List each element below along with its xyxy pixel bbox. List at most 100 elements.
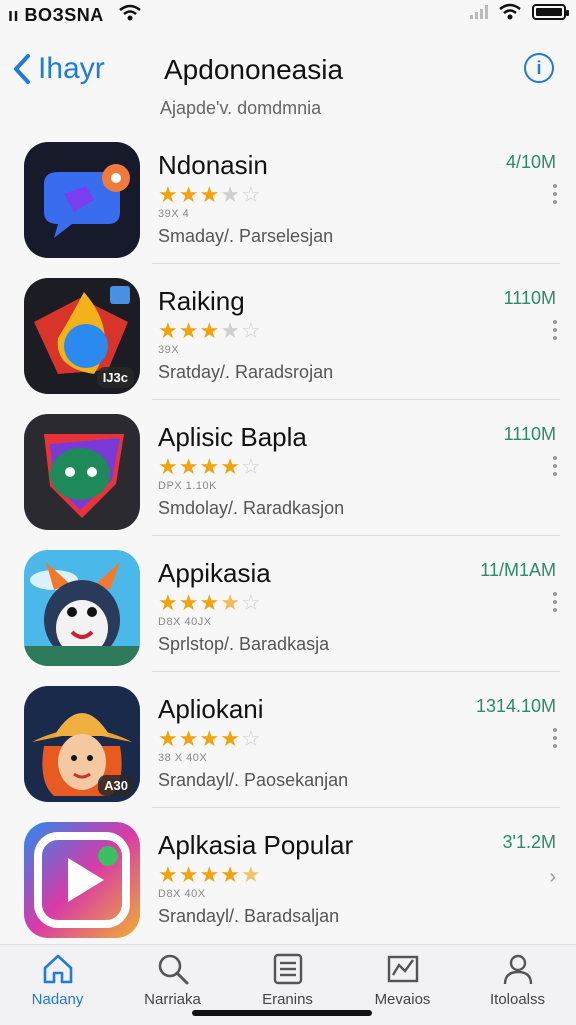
star-icon: ★ (158, 726, 178, 751)
star-icon: ★ (220, 318, 240, 343)
status-bar: ıı BOЗSNA (0, 0, 576, 30)
status-right (470, 3, 569, 21)
star-icon: ★ (178, 454, 199, 479)
star-icon: ★ (178, 862, 199, 887)
star-icon: ★ (178, 182, 199, 207)
app-category: Smaday/. Parselesjan (158, 226, 334, 246)
app-icon: A30 (24, 686, 140, 802)
tab-label: Eranins (262, 991, 313, 1008)
list-item[interactable]: Appikasia ★ ★ ★ ★ ☆ D8X 40JX Sprlstop/. Bara… (0, 536, 576, 672)
app-icon (24, 414, 140, 530)
list-item[interactable]: A30 Apliokani ★ ★ ★ ★ ☆ 38 X 40X Srandayl/. … (0, 672, 576, 808)
rating-stars: ★ ★ ★ ★ ☆ (158, 592, 261, 614)
tab-label: Mevaios (374, 991, 431, 1008)
more-icon[interactable] (552, 592, 558, 612)
info-button[interactable]: i (524, 53, 554, 83)
chevron-left-icon (14, 54, 30, 84)
app-badge: IJ3c (96, 367, 134, 388)
app-meta: D8X 40X (158, 888, 206, 900)
star-icon: ★ (199, 726, 220, 751)
app-icon (24, 822, 140, 938)
app-meta: 38 X 40X (158, 752, 208, 764)
app-meta: DPX 1.10K (158, 480, 217, 492)
app-badge: A30 (98, 775, 134, 796)
app-size: 3'1.2M (502, 832, 556, 852)
star-icon: ★ (178, 318, 199, 343)
app-icon (24, 142, 140, 258)
wifi-icon (499, 3, 521, 20)
star-icon: ★ (220, 590, 240, 615)
back-label: Ihayr (38, 52, 105, 85)
star-icon: ★ (240, 862, 261, 887)
star-icon: ★ (158, 454, 178, 479)
more-icon[interactable] (552, 456, 558, 476)
app-meta: 39X (158, 344, 180, 356)
rating-stars: ★ ★ ★ ★ ☆ (158, 184, 261, 206)
rating-stars: ★ ★ ★ ★ ☆ (158, 320, 261, 342)
app-name: Aplisic Bapla (158, 422, 307, 452)
back-button[interactable]: Ihayr (12, 52, 105, 86)
star-icon: ☆ (240, 182, 261, 207)
list-icon (273, 953, 302, 985)
rating-stars: ★ ★ ★ ★ ★ (158, 864, 261, 886)
star-icon: ★ (220, 726, 240, 751)
chevron-right-icon[interactable]: › (549, 866, 556, 889)
star-icon: ★ (158, 862, 178, 887)
more-icon[interactable] (552, 320, 558, 340)
list-item[interactable]: Aplisic Bapla ★ ★ ★ ★ ☆ DPX 1.10K Smdolay/. … (0, 400, 576, 536)
star-icon: ★ (178, 726, 199, 751)
app-size: 1314.10M (475, 696, 556, 716)
star-icon: ★ (199, 862, 220, 887)
app-name: Raiking (158, 286, 245, 316)
star-icon: ★ (158, 318, 178, 343)
wifi-icon (119, 4, 141, 21)
list-item[interactable]: Ndonasin ★ ★ ★ ★ ☆ 39X 4 Smaday/. Parselesja… (0, 128, 576, 264)
search-icon (158, 954, 188, 985)
star-icon: ★ (178, 590, 199, 615)
more-icon[interactable] (552, 728, 558, 748)
list-item[interactable]: Aplkasia Popular ★ ★ ★ ★ ★ D8X 40X Srandayl/… (0, 808, 576, 944)
star-icon: ★ (158, 590, 178, 615)
app-name: Appikasia (158, 558, 271, 588)
tab-label: Nadany (31, 991, 84, 1008)
app-name: Ndonasin (158, 150, 268, 180)
tab-home[interactable]: Nadany (0, 951, 115, 1021)
person-icon (503, 954, 532, 985)
star-icon: ★ (220, 454, 240, 479)
app-category: Sratday/. Raradsrojan (158, 362, 334, 382)
star-icon: ☆ (240, 318, 261, 343)
app-name: Apliokani (158, 694, 264, 724)
star-icon: ★ (220, 182, 240, 207)
page-title: Apdononeasia (164, 54, 344, 85)
star-icon: ★ (158, 182, 178, 207)
navigation-bar: Ihayr Apdononeasia i (0, 40, 576, 100)
star-icon: ★ (220, 862, 240, 887)
chart-icon (387, 955, 418, 983)
info-icon: i (536, 57, 542, 78)
app-name: Aplkasia Popular (158, 830, 354, 860)
app-meta: D8X 40JX (158, 616, 212, 628)
tab-profile[interactable]: Itoloalss (460, 951, 575, 1021)
app-icon (24, 550, 140, 666)
list-item[interactable]: IJ3c Raiking ★ ★ ★ ★ ☆ 39X Sratday/. Raradsr… (0, 264, 576, 400)
app-category: Sprlstop/. Baradkasja (158, 634, 330, 654)
app-category: Srandayl/. Baradsaljan (158, 906, 340, 926)
rating-stars: ★ ★ ★ ★ ☆ (158, 456, 261, 478)
signal-icon (470, 5, 488, 19)
app-size: 1110M (503, 288, 556, 308)
app-size: 4/10M (505, 152, 556, 172)
app-icon: IJ3c (24, 278, 140, 394)
app-size: 11/M1AM (480, 560, 556, 580)
battery-icon (532, 4, 569, 20)
tab-label: Itoloalss (489, 991, 546, 1008)
more-icon[interactable] (552, 184, 558, 204)
home-icon (43, 954, 72, 984)
star-icon: ★ (199, 590, 220, 615)
star-icon: ☆ (240, 726, 261, 751)
star-icon: ☆ (240, 454, 261, 479)
app-category: Smdolay/. Raradkasjon (158, 498, 345, 518)
app-size: 1110M (503, 424, 556, 444)
carrier-label: ıı BOЗSNA (8, 5, 104, 25)
star-icon: ☆ (240, 590, 261, 615)
tab-label: Narriaka (144, 991, 201, 1008)
